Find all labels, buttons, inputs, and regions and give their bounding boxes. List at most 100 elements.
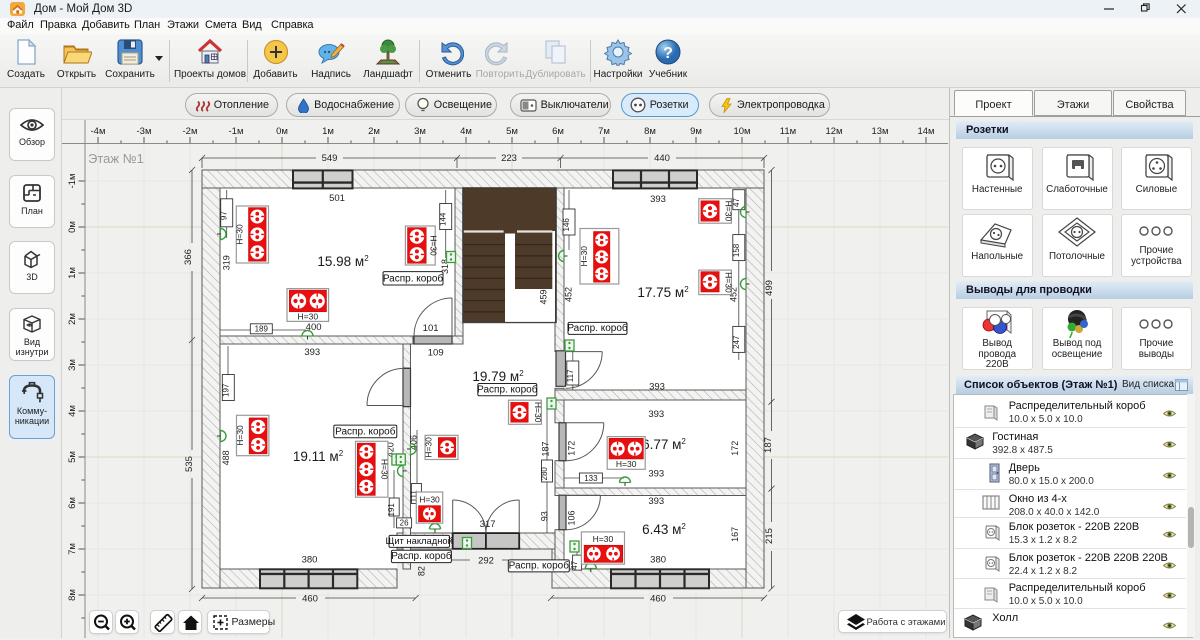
svg-text:0м: 0м	[276, 126, 288, 137]
svg-text:501: 501	[329, 193, 345, 204]
svg-text:Распр. короб: Распр. короб	[335, 425, 396, 437]
svg-text:280: 280	[540, 467, 549, 481]
svg-text:535: 535	[184, 456, 195, 472]
svg-text:H=30: H=30	[616, 459, 637, 469]
svg-text:6м: 6м	[552, 126, 564, 137]
svg-text:3м: 3м	[414, 126, 426, 137]
svg-text:H=30: H=30	[380, 459, 390, 480]
svg-text:26: 26	[400, 519, 409, 528]
svg-text:9м: 9м	[690, 126, 702, 137]
svg-text:549: 549	[322, 153, 338, 164]
svg-text:-1м: -1м	[229, 126, 244, 137]
svg-text:?: ?	[663, 45, 673, 62]
svg-text:460: 460	[650, 594, 666, 605]
svg-text:1м: 1м	[67, 267, 78, 279]
svg-text:97: 97	[220, 211, 229, 220]
svg-text:106: 106	[567, 510, 577, 525]
svg-text:197: 197	[221, 383, 230, 397]
svg-text:317: 317	[480, 519, 496, 530]
svg-text:Распр. короб: Распр. короб	[391, 550, 452, 562]
svg-text:144: 144	[439, 212, 448, 226]
svg-text:167: 167	[730, 527, 740, 542]
svg-text:0м: 0м	[67, 221, 78, 233]
svg-text:H=30: H=30	[424, 437, 434, 458]
svg-text:319: 319	[222, 255, 232, 270]
svg-text:-1м: -1м	[67, 174, 78, 189]
svg-text:H=30: H=30	[234, 224, 244, 245]
svg-text:499: 499	[764, 280, 775, 296]
svg-text:17.75 м2: 17.75 м2	[637, 285, 689, 300]
svg-text:Щит накладной: Щит накладной	[386, 535, 453, 546]
svg-text:Распр. короб: Распр. короб	[477, 383, 538, 395]
svg-text:15.98 м2: 15.98 м2	[317, 254, 369, 269]
svg-text:2м: 2м	[368, 126, 380, 137]
svg-text:4м: 4м	[67, 405, 78, 417]
svg-text:109: 109	[428, 348, 444, 359]
svg-text:H=30: H=30	[419, 494, 440, 504]
svg-text:H=30: H=30	[298, 312, 319, 322]
svg-text:19.79 м2: 19.79 м2	[472, 369, 524, 384]
svg-text:189: 189	[255, 325, 269, 334]
svg-text:393: 393	[648, 409, 664, 420]
svg-text:393: 393	[304, 347, 320, 358]
svg-text:Распр. короб: Распр. короб	[383, 273, 444, 285]
svg-text:393: 393	[650, 194, 666, 205]
svg-text:158: 158	[732, 243, 741, 257]
svg-text:H=30: H=30	[593, 534, 614, 544]
svg-text:10м: 10м	[733, 126, 750, 137]
svg-text:5м: 5м	[506, 126, 518, 137]
svg-text:Распр. короб: Распр. короб	[509, 560, 570, 572]
svg-text:5м: 5м	[67, 451, 78, 463]
svg-text:H=30: H=30	[429, 235, 439, 256]
svg-text:460: 460	[302, 594, 318, 605]
svg-text:172: 172	[730, 441, 740, 456]
svg-text:452: 452	[564, 287, 574, 302]
svg-text:H=30: H=30	[579, 246, 589, 267]
svg-text:440: 440	[654, 153, 670, 164]
svg-text:393: 393	[649, 382, 665, 393]
svg-text:Распр. короб: Распр. короб	[567, 322, 628, 334]
svg-text:6м: 6м	[67, 497, 78, 509]
svg-text:2м: 2м	[67, 313, 78, 325]
svg-text:47: 47	[570, 560, 579, 569]
svg-text:-4м: -4м	[91, 126, 106, 137]
svg-text:93: 93	[540, 511, 550, 521]
svg-text:Этаж №1: Этаж №1	[88, 151, 144, 166]
svg-text:H=30: H=30	[533, 402, 543, 423]
svg-text:187: 187	[541, 441, 551, 456]
svg-text:400: 400	[306, 322, 322, 333]
svg-text:13м: 13м	[871, 126, 888, 137]
svg-text:6.43 м2: 6.43 м2	[642, 522, 686, 537]
svg-text:1м: 1м	[322, 126, 334, 137]
svg-text:H=30: H=30	[723, 201, 733, 222]
svg-text:215: 215	[764, 528, 775, 544]
svg-text:380: 380	[302, 555, 318, 566]
svg-text:14м: 14м	[917, 126, 934, 137]
svg-text:488: 488	[221, 450, 231, 465]
svg-text:11м: 11м	[780, 126, 796, 137]
svg-text:3м: 3м	[67, 359, 78, 371]
svg-text:459: 459	[539, 289, 549, 304]
svg-text:82: 82	[417, 566, 427, 576]
svg-text:8м: 8м	[67, 589, 78, 601]
svg-text:-2м: -2м	[183, 126, 198, 137]
svg-text:H=30: H=30	[235, 425, 245, 446]
svg-text:H=30: H=30	[723, 272, 733, 293]
svg-text:12м: 12м	[825, 126, 842, 137]
svg-text:19.11 м2: 19.11 м2	[293, 449, 344, 464]
svg-text:292: 292	[478, 556, 494, 567]
svg-text:7м: 7м	[598, 126, 610, 137]
svg-text:133: 133	[584, 474, 598, 483]
svg-text:187: 187	[763, 437, 774, 453]
svg-text:366: 366	[183, 249, 194, 265]
svg-text:393: 393	[648, 469, 664, 480]
svg-text:393: 393	[648, 496, 664, 507]
svg-text:101: 101	[423, 323, 439, 334]
svg-text:4м: 4м	[460, 126, 472, 137]
svg-text:7м: 7м	[67, 543, 78, 555]
svg-text:-3м: -3м	[137, 126, 152, 137]
svg-text:380: 380	[650, 555, 666, 566]
svg-text:6.77 м2: 6.77 м2	[642, 437, 686, 452]
svg-text:247: 247	[732, 335, 741, 349]
svg-text:172: 172	[567, 441, 577, 456]
